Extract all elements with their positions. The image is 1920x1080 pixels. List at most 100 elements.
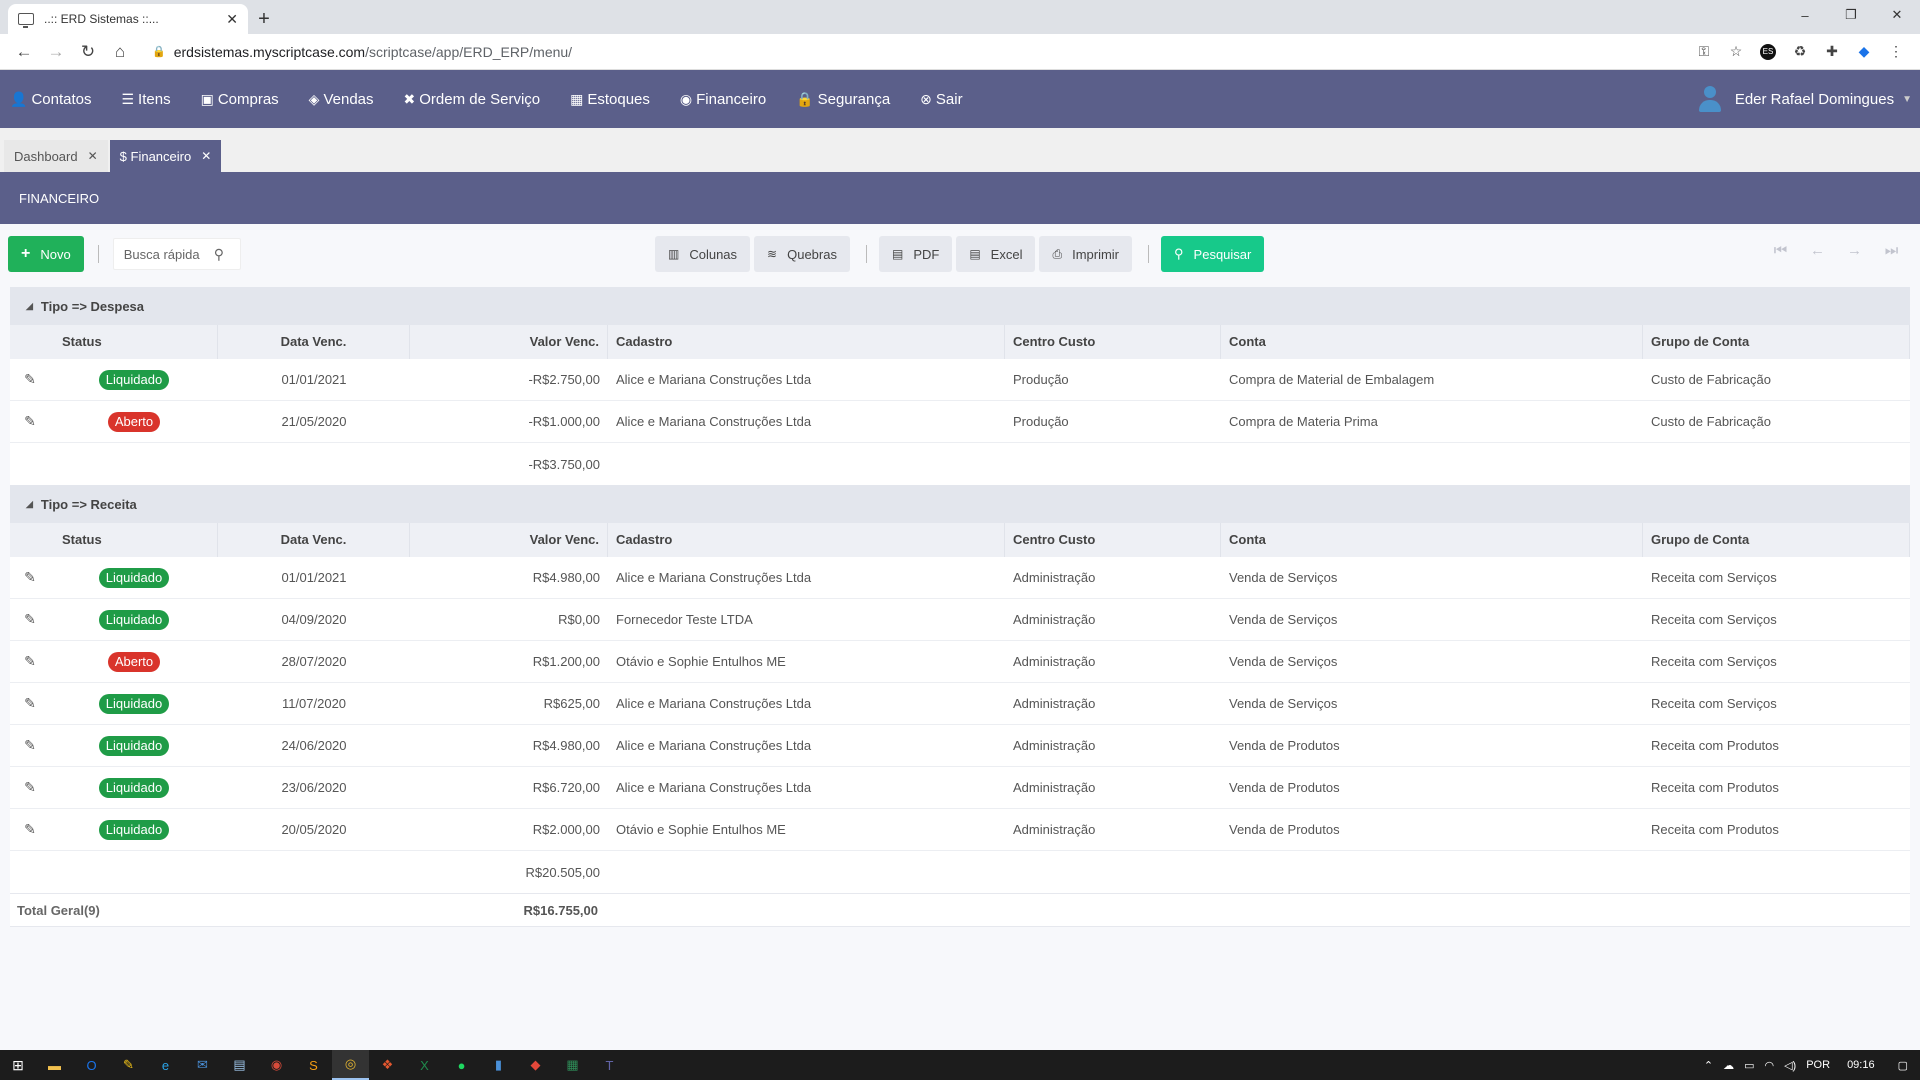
star-icon[interactable]: ☆ <box>1720 38 1752 66</box>
nav-sair[interactable]: ⊗ Sair <box>920 91 962 108</box>
url-field[interactable]: 🔒 erdsistemas.myscriptcase.com/scriptcas… <box>142 38 1682 66</box>
home-button[interactable]: ⌂ <box>104 38 136 66</box>
brave-icon[interactable]: ◆ <box>517 1050 554 1080</box>
column-header[interactable]: Cadastro <box>608 325 1005 359</box>
notepad-icon[interactable]: ▤ <box>221 1050 258 1080</box>
key-icon[interactable]: ⚿ <box>1688 38 1720 66</box>
group-header[interactable]: ◢ Tipo => Receita <box>10 485 1910 523</box>
last-page-icon[interactable]: ⏭ <box>1873 242 1910 259</box>
next-page-icon[interactable]: → <box>1836 242 1873 259</box>
file-icon[interactable]: ▮ <box>480 1050 517 1080</box>
edit-icon[interactable]: ✎ <box>10 695 50 712</box>
close-window-button[interactable]: ✕ <box>1874 0 1920 30</box>
column-header[interactable]: Conta <box>1221 325 1643 359</box>
battery-icon[interactable]: ▭ <box>1744 1059 1754 1072</box>
nav-compras[interactable]: ▣ Compras <box>201 91 279 108</box>
excel-icon[interactable]: X <box>406 1050 443 1080</box>
browser-tab[interactable]: ..:: ERD Sistemas ::... ✕ <box>8 4 248 34</box>
close-icon[interactable]: ✕ <box>201 149 211 163</box>
git-icon[interactable]: ❖ <box>369 1050 406 1080</box>
group-header[interactable]: ◢ Tipo => Despesa <box>10 287 1910 325</box>
sublime-icon[interactable]: S <box>295 1050 332 1080</box>
column-header[interactable]: Valor Venc. <box>410 523 608 557</box>
forward-button[interactable]: → <box>40 38 72 66</box>
close-icon[interactable]: ✕ <box>88 149 98 163</box>
menu-dots-icon[interactable]: ⋮ <box>1880 38 1912 66</box>
nav-contatos[interactable]: 👤 Contatos <box>10 91 91 108</box>
table-row[interactable]: ✎ Liquidado 01/01/2021 R$4.980,00 Alice e Ma… <box>10 557 1910 599</box>
new-tab-button[interactable]: + <box>248 4 280 34</box>
chevron-up-icon[interactable]: ⌃ <box>1704 1059 1713 1072</box>
table-row[interactable]: ✎ Liquidado 23/06/2020 R$6.720,00 Alice e Ma… <box>10 767 1910 809</box>
table-row[interactable]: ✎ Liquidado 04/09/2020 R$0,00 Fornecedor Tes… <box>10 599 1910 641</box>
edit-icon[interactable]: ✎ <box>10 737 50 754</box>
edit-icon[interactable]: ✎ <box>10 653 50 670</box>
columns-button[interactable]: ▥ Colunas <box>655 236 751 272</box>
column-header[interactable]: Status <box>50 325 218 359</box>
first-page-icon[interactable]: ⏮ <box>1762 242 1799 259</box>
remote-desktop-icon[interactable]: ◉ <box>258 1050 295 1080</box>
minimize-button[interactable]: – <box>1782 0 1828 30</box>
reload-button[interactable]: ↻ <box>72 38 104 66</box>
spreadsheet-icon[interactable]: ▦ <box>554 1050 591 1080</box>
column-header[interactable]: Grupo de Conta <box>1643 523 1910 557</box>
search-button[interactable]: ⚲ Pesquisar <box>1161 236 1265 272</box>
pdf-button[interactable]: ▤ PDF <box>878 236 953 272</box>
nav-ordem-servico[interactable]: ✖ Ordem de Serviço <box>404 91 541 108</box>
recycle-icon[interactable]: ♻ <box>1784 38 1816 66</box>
language-indicator[interactable]: POR <box>1806 1059 1830 1071</box>
user-menu[interactable]: Eder Rafael Domingues ▼ <box>1697 70 1912 128</box>
wifi-icon[interactable]: ◠ <box>1764 1059 1774 1072</box>
back-button[interactable]: ← <box>8 38 40 66</box>
tab-dashboard[interactable]: Dashboard ✕ <box>4 140 108 172</box>
restore-button[interactable]: ❐ <box>1828 0 1874 30</box>
search-icon[interactable]: ⚲ <box>214 246 224 263</box>
mail-icon[interactable]: ✉ <box>184 1050 221 1080</box>
spotify-icon[interactable]: ● <box>443 1050 480 1080</box>
column-header[interactable]: Grupo de Conta <box>1643 325 1910 359</box>
breaks-button[interactable]: ≋ Quebras <box>754 236 850 272</box>
edit-icon[interactable]: ✎ <box>10 611 50 628</box>
table-row[interactable]: ✎ Liquidado 20/05/2020 R$2.000,00 Otávio e S… <box>10 809 1910 851</box>
collapse-triangle-icon[interactable]: ◢ <box>26 301 33 312</box>
column-header[interactable]: Centro Custo <box>1005 325 1221 359</box>
column-header[interactable]: Status <box>50 523 218 557</box>
column-header[interactable]: Conta <box>1221 523 1643 557</box>
nav-seguranca[interactable]: 🔒 Segurança <box>796 91 890 108</box>
column-header[interactable]: Data Venc. <box>218 523 410 557</box>
tab-financeiro[interactable]: $ Financeiro ✕ <box>109 140 222 172</box>
excel-button[interactable]: ▤ Excel <box>956 236 1036 272</box>
puzzle-icon[interactable]: ✚ <box>1816 38 1848 66</box>
edit-icon[interactable]: ✎ <box>10 413 50 430</box>
file-explorer-icon[interactable]: ▬ <box>36 1050 73 1080</box>
es-extension-icon[interactable]: ES <box>1760 43 1776 60</box>
table-row[interactable]: ✎ Aberto 28/07/2020 R$1.200,00 Otávio e Soph… <box>10 641 1910 683</box>
table-row[interactable]: ✎ Liquidado 11/07/2020 R$625,00 Alice e Mari… <box>10 683 1910 725</box>
edge-icon[interactable]: e <box>147 1050 184 1080</box>
collapse-triangle-icon[interactable]: ◢ <box>26 499 33 510</box>
column-header[interactable]: Cadastro <box>608 523 1005 557</box>
quick-search[interactable]: ⚲ <box>112 238 241 270</box>
edit-icon[interactable]: ✎ <box>10 779 50 796</box>
print-button[interactable]: ⎙ Imprimir <box>1039 236 1133 272</box>
windows-start-icon[interactable]: ⊞ <box>0 1057 36 1074</box>
close-tab-icon[interactable]: ✕ <box>226 11 238 28</box>
new-button[interactable]: + Novo <box>8 236 84 272</box>
edit-icon[interactable]: ✎ <box>10 821 50 838</box>
nav-vendas[interactable]: ◈ Vendas <box>309 91 374 108</box>
teams-icon[interactable]: T <box>591 1050 628 1080</box>
prev-page-icon[interactable]: ← <box>1799 242 1836 259</box>
chrome-icon[interactable]: ◎ <box>332 1050 369 1080</box>
nav-estoques[interactable]: ▦ Estoques <box>570 91 650 108</box>
table-row[interactable]: ✎ Liquidado 24/06/2020 R$4.980,00 Alice e Ma… <box>10 725 1910 767</box>
extension-diamond-icon[interactable]: ◆ <box>1848 38 1880 66</box>
column-header[interactable]: Centro Custo <box>1005 523 1221 557</box>
clock[interactable]: 09:16 <box>1847 1059 1875 1071</box>
cloud-icon[interactable]: ☁ <box>1723 1059 1734 1072</box>
notifications-icon[interactable]: ▢ <box>1898 1059 1908 1072</box>
volume-icon[interactable]: ◁) <box>1784 1059 1796 1072</box>
sticky-notes-icon[interactable]: ✎ <box>110 1050 147 1080</box>
outlook-icon[interactable]: O <box>73 1050 110 1080</box>
search-input[interactable] <box>123 246 214 262</box>
edit-icon[interactable]: ✎ <box>10 569 50 586</box>
